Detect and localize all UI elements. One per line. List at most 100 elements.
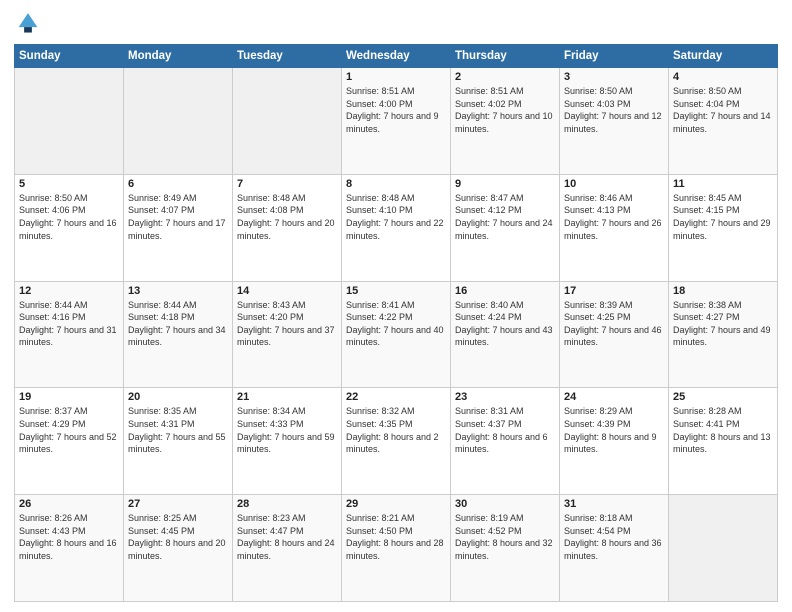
- calendar-cell: 26 Sunrise: 8:26 AM Sunset: 4:43 PM Dayli…: [15, 495, 124, 602]
- day-number: 22: [346, 391, 446, 403]
- weekday-header-cell: Friday: [560, 45, 669, 68]
- day-number: 15: [346, 285, 446, 297]
- day-number: 9: [455, 178, 555, 190]
- day-info: Sunrise: 8:35 AM Sunset: 4:31 PM Dayligh…: [128, 405, 228, 455]
- day-info: Sunrise: 8:48 AM Sunset: 4:08 PM Dayligh…: [237, 192, 337, 242]
- day-number: 25: [673, 391, 773, 403]
- day-info: Sunrise: 8:44 AM Sunset: 4:18 PM Dayligh…: [128, 299, 228, 349]
- calendar-cell: 25 Sunrise: 8:28 AM Sunset: 4:41 PM Dayli…: [669, 388, 778, 495]
- day-info: Sunrise: 8:49 AM Sunset: 4:07 PM Dayligh…: [128, 192, 228, 242]
- day-number: 10: [564, 178, 664, 190]
- day-info: Sunrise: 8:19 AM Sunset: 4:52 PM Dayligh…: [455, 512, 555, 562]
- calendar-cell: [669, 495, 778, 602]
- calendar-body: 1Sunrise: 8:51 AM Sunset: 4:00 PM Daylig…: [15, 68, 778, 602]
- day-number: 8: [346, 178, 446, 190]
- calendar-cell: 14 Sunrise: 8:43 AM Sunset: 4:20 PM Dayli…: [233, 281, 342, 388]
- day-number: 19: [19, 391, 119, 403]
- day-info: Sunrise: 8:26 AM Sunset: 4:43 PM Dayligh…: [19, 512, 119, 562]
- day-number: 30: [455, 498, 555, 510]
- calendar-cell: [15, 68, 124, 175]
- day-info: Sunrise: 8:40 AM Sunset: 4:24 PM Dayligh…: [455, 299, 555, 349]
- day-info: Sunrise: 8:31 AM Sunset: 4:37 PM Dayligh…: [455, 405, 555, 455]
- calendar-cell: 2 Sunrise: 8:51 AM Sunset: 4:02 PM Daylig…: [451, 68, 560, 175]
- calendar-cell: 15 Sunrise: 8:41 AM Sunset: 4:22 PM Dayli…: [342, 281, 451, 388]
- day-number: 12: [19, 285, 119, 297]
- calendar-cell: 4 Sunrise: 8:50 AM Sunset: 4:04 PM Daylig…: [669, 68, 778, 175]
- calendar-cell: 23Sunrise: 8:31 AM Sunset: 4:37 PM Dayli…: [451, 388, 560, 495]
- day-number: 11: [673, 178, 773, 190]
- day-info: Sunrise: 8:28 AM Sunset: 4:41 PM Dayligh…: [673, 405, 773, 455]
- calendar-cell: 3 Sunrise: 8:50 AM Sunset: 4:03 PM Daylig…: [560, 68, 669, 175]
- day-number: 28: [237, 498, 337, 510]
- calendar-cell: 10 Sunrise: 8:46 AM Sunset: 4:13 PM Dayli…: [560, 174, 669, 281]
- day-info: Sunrise: 8:50 AM Sunset: 4:03 PM Dayligh…: [564, 85, 664, 135]
- weekday-header-cell: Monday: [124, 45, 233, 68]
- day-info: Sunrise: 8:34 AM Sunset: 4:33 PM Dayligh…: [237, 405, 337, 455]
- day-info: Sunrise: 8:39 AM Sunset: 4:25 PM Dayligh…: [564, 299, 664, 349]
- weekday-header: SundayMondayTuesdayWednesdayThursdayFrid…: [15, 45, 778, 68]
- day-number: 20: [128, 391, 228, 403]
- day-number: 13: [128, 285, 228, 297]
- weekday-header-cell: Tuesday: [233, 45, 342, 68]
- calendar-cell: 24 Sunrise: 8:29 AM Sunset: 4:39 PM Dayli…: [560, 388, 669, 495]
- weekday-header-cell: Wednesday: [342, 45, 451, 68]
- day-number: 4: [673, 71, 773, 83]
- day-info: Sunrise: 8:18 AM Sunset: 4:54 PM Dayligh…: [564, 512, 664, 562]
- day-number: 14: [237, 285, 337, 297]
- calendar-cell: 29 Sunrise: 8:21 AM Sunset: 4:50 PM Dayli…: [342, 495, 451, 602]
- calendar-week-row: 26 Sunrise: 8:26 AM Sunset: 4:43 PM Dayli…: [15, 495, 778, 602]
- calendar-cell: 17 Sunrise: 8:39 AM Sunset: 4:25 PM Dayli…: [560, 281, 669, 388]
- logo: [14, 10, 46, 38]
- day-number: 3: [564, 71, 664, 83]
- day-info: Sunrise: 8:50 AM Sunset: 4:06 PM Dayligh…: [19, 192, 119, 242]
- day-number: 2: [455, 71, 555, 83]
- day-info: Sunrise: 8:46 AM Sunset: 4:13 PM Dayligh…: [564, 192, 664, 242]
- day-info: Sunrise: 8:29 AM Sunset: 4:39 PM Dayligh…: [564, 405, 664, 455]
- day-info: Sunrise: 8:50 AM Sunset: 4:04 PM Dayligh…: [673, 85, 773, 135]
- day-number: 1: [346, 71, 446, 83]
- calendar-cell: 11 Sunrise: 8:45 AM Sunset: 4:15 PM Dayli…: [669, 174, 778, 281]
- day-info: Sunrise: 8:43 AM Sunset: 4:20 PM Dayligh…: [237, 299, 337, 349]
- logo-icon: [14, 10, 42, 38]
- day-number: 5: [19, 178, 119, 190]
- day-info: Sunrise: 8:41 AM Sunset: 4:22 PM Dayligh…: [346, 299, 446, 349]
- day-info: Sunrise: 8:51 AM Sunset: 4:02 PM Dayligh…: [455, 85, 555, 135]
- calendar-cell: 19Sunrise: 8:37 AM Sunset: 4:29 PM Dayli…: [15, 388, 124, 495]
- day-info: Sunrise: 8:23 AM Sunset: 4:47 PM Dayligh…: [237, 512, 337, 562]
- day-info: Sunrise: 8:47 AM Sunset: 4:12 PM Dayligh…: [455, 192, 555, 242]
- day-info: Sunrise: 8:25 AM Sunset: 4:45 PM Dayligh…: [128, 512, 228, 562]
- day-number: 26: [19, 498, 119, 510]
- calendar-cell: 18Sunrise: 8:38 AM Sunset: 4:27 PM Dayli…: [669, 281, 778, 388]
- day-number: 16: [455, 285, 555, 297]
- header: [14, 10, 778, 38]
- calendar-week-row: 5 Sunrise: 8:50 AM Sunset: 4:06 PM Daylig…: [15, 174, 778, 281]
- day-info: Sunrise: 8:45 AM Sunset: 4:15 PM Dayligh…: [673, 192, 773, 242]
- calendar-week-row: 19Sunrise: 8:37 AM Sunset: 4:29 PM Dayli…: [15, 388, 778, 495]
- calendar-cell: 30 Sunrise: 8:19 AM Sunset: 4:52 PM Dayli…: [451, 495, 560, 602]
- calendar-cell: 27 Sunrise: 8:25 AM Sunset: 4:45 PM Dayli…: [124, 495, 233, 602]
- day-number: 27: [128, 498, 228, 510]
- day-info: Sunrise: 8:48 AM Sunset: 4:10 PM Dayligh…: [346, 192, 446, 242]
- day-number: 21: [237, 391, 337, 403]
- weekday-header-cell: Saturday: [669, 45, 778, 68]
- calendar-table: SundayMondayTuesdayWednesdayThursdayFrid…: [14, 44, 778, 602]
- day-number: 7: [237, 178, 337, 190]
- calendar-cell: 31 Sunrise: 8:18 AM Sunset: 4:54 PM Dayli…: [560, 495, 669, 602]
- day-number: 31: [564, 498, 664, 510]
- day-number: 6: [128, 178, 228, 190]
- day-info: Sunrise: 8:21 AM Sunset: 4:50 PM Dayligh…: [346, 512, 446, 562]
- calendar-week-row: 1Sunrise: 8:51 AM Sunset: 4:00 PM Daylig…: [15, 68, 778, 175]
- calendar-cell: 7 Sunrise: 8:48 AM Sunset: 4:08 PM Daylig…: [233, 174, 342, 281]
- page: SundayMondayTuesdayWednesdayThursdayFrid…: [0, 0, 792, 612]
- day-number: 17: [564, 285, 664, 297]
- calendar-cell: 5 Sunrise: 8:50 AM Sunset: 4:06 PM Daylig…: [15, 174, 124, 281]
- day-number: 24: [564, 391, 664, 403]
- calendar-cell: 20 Sunrise: 8:35 AM Sunset: 4:31 PM Dayli…: [124, 388, 233, 495]
- day-number: 29: [346, 498, 446, 510]
- calendar-cell: [124, 68, 233, 175]
- weekday-header-cell: Thursday: [451, 45, 560, 68]
- calendar-cell: 21 Sunrise: 8:34 AM Sunset: 4:33 PM Dayli…: [233, 388, 342, 495]
- calendar-cell: 22 Sunrise: 8:32 AM Sunset: 4:35 PM Dayli…: [342, 388, 451, 495]
- day-info: Sunrise: 8:32 AM Sunset: 4:35 PM Dayligh…: [346, 405, 446, 455]
- calendar-cell: 16 Sunrise: 8:40 AM Sunset: 4:24 PM Dayli…: [451, 281, 560, 388]
